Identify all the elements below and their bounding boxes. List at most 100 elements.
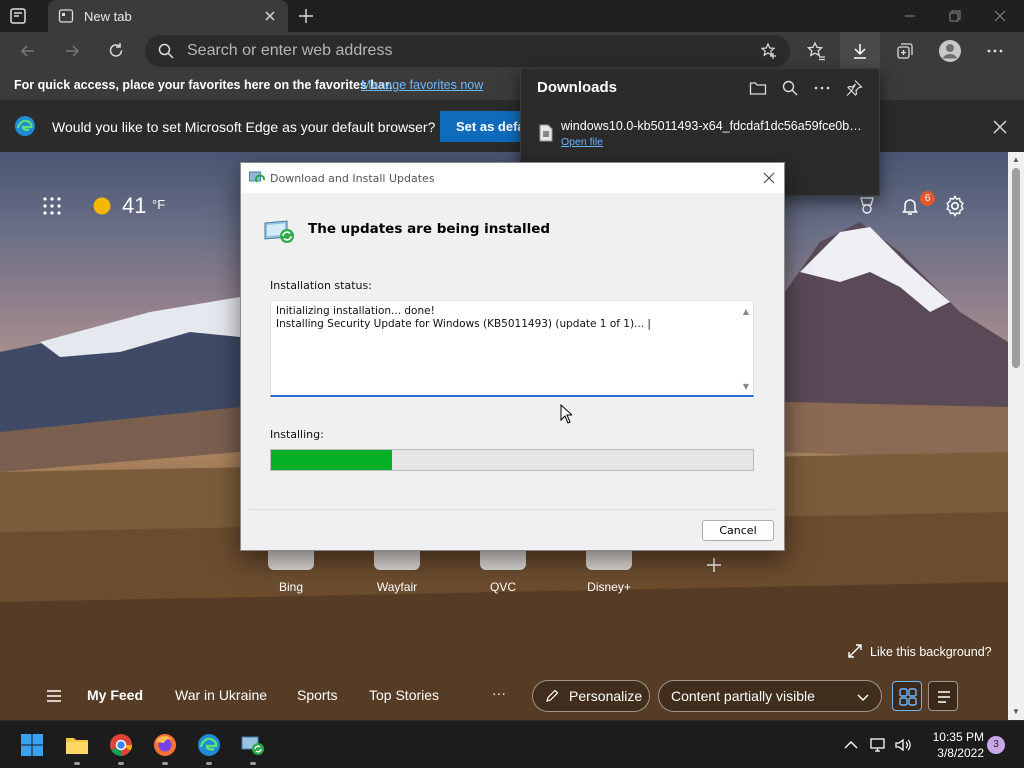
clock-date: 3/8/2022 (937, 746, 984, 760)
windows-update-icon (249, 171, 265, 183)
tab-new-tab[interactable]: New tab (48, 0, 288, 32)
edge-logo-icon (15, 116, 35, 136)
search-downloads-icon[interactable] (781, 79, 799, 97)
profile-avatar-icon[interactable] (938, 39, 962, 63)
more-downloads-options-icon[interactable] (813, 79, 831, 97)
close-window-icon[interactable] (990, 6, 1010, 26)
minimize-icon[interactable] (900, 6, 920, 26)
dialog-heading: The updates are being installed (308, 221, 551, 237)
quick-link-label: Wayfair (376, 580, 418, 594)
weather-unit: °F (152, 197, 166, 212)
manage-favorites-link[interactable]: Manage favorites now (361, 78, 483, 92)
restore-icon[interactable] (945, 6, 965, 26)
forward-icon[interactable] (62, 41, 82, 61)
address-input[interactable] (187, 39, 747, 63)
add-tab-icon[interactable] (296, 6, 316, 26)
status-line: Initializing installation... done! (276, 305, 435, 317)
tab-actions-icon[interactable] (8, 6, 28, 26)
close-tab-icon[interactable] (262, 8, 278, 24)
feed-tab-top-stories[interactable]: Top Stories (369, 687, 439, 703)
file-icon (539, 124, 553, 142)
installing-label: Installing: (270, 428, 324, 441)
firefox-icon[interactable] (153, 733, 177, 757)
notifications-bell-icon[interactable] (900, 196, 920, 216)
installation-status-box[interactable]: Initializing installation... done! Insta… (270, 300, 754, 397)
pin-icon[interactable] (845, 79, 863, 97)
refresh-icon[interactable] (106, 41, 126, 61)
chrome-icon[interactable] (109, 733, 133, 757)
running-indicator (250, 762, 256, 765)
cancel-button[interactable]: Cancel (702, 520, 774, 541)
updates-installing-icon (264, 220, 294, 243)
sun-weather-icon[interactable] (92, 196, 112, 216)
rewards-icon[interactable] (857, 196, 877, 216)
expand-icon (848, 644, 862, 658)
chevron-up-icon[interactable] (842, 736, 860, 754)
infobar-message: Would you like to set Microsoft Edge as … (52, 119, 436, 135)
network-icon[interactable] (869, 736, 887, 754)
browser-toolbar (0, 32, 1024, 70)
content-visibility-label: Content partially visible (671, 688, 815, 704)
collections-icon[interactable] (895, 41, 915, 61)
close-infobar-icon[interactable] (992, 119, 1008, 135)
running-indicator (118, 762, 124, 765)
status-line: Installing Security Update for Windows (… (276, 318, 651, 330)
open-file-link[interactable]: Open file (561, 136, 603, 148)
tab-strip: New tab (0, 0, 1024, 32)
personalize-label: Personalize (569, 688, 643, 704)
running-indicator (206, 762, 212, 765)
page-scrollbar[interactable]: ▲ ▼ (1008, 152, 1024, 720)
mouse-cursor-icon (560, 404, 572, 424)
add-favorite-icon[interactable] (760, 42, 778, 60)
download-file-name[interactable]: windows10.0-kb5011493-x64_fdcdaf1dc56a59… (561, 119, 867, 133)
pencil-icon (546, 689, 559, 702)
settings-gear-icon[interactable] (944, 195, 966, 217)
windows-update-taskbar-icon[interactable] (241, 733, 265, 757)
feed-tab-sports[interactable]: Sports (297, 687, 337, 703)
clock-time: 10:35 PM (932, 730, 984, 744)
favorites-bar-message: For quick access, place your favorites h… (14, 78, 393, 92)
weather-temperature[interactable]: 41 (122, 193, 146, 219)
running-indicator (74, 762, 80, 765)
downloads-button[interactable] (840, 32, 880, 70)
more-options-icon[interactable] (985, 41, 1005, 61)
address-bar[interactable] (145, 35, 790, 67)
dialog-titlebar[interactable]: Download and Install Updates (241, 163, 784, 193)
scroll-down-arrow-icon[interactable]: ▼ (743, 382, 749, 391)
menu-hamburger-icon[interactable] (46, 688, 62, 704)
feed-more-button[interactable]: ··· (492, 685, 506, 701)
grid-layout-button[interactable] (892, 681, 922, 711)
back-icon[interactable] (18, 41, 38, 61)
search-icon (158, 43, 174, 59)
personalize-button[interactable]: Personalize (532, 680, 650, 712)
grid-view-icon (899, 688, 917, 706)
volume-icon[interactable] (894, 736, 912, 754)
tab-title: New tab (84, 9, 132, 24)
edge-taskbar-icon[interactable] (197, 733, 221, 757)
notification-center-badge[interactable]: 3 (987, 736, 1005, 754)
feed-tab-war-in-ukraine[interactable]: War in Ukraine (175, 687, 267, 703)
feed-navigation: My Feed War in Ukraine Sports Top Storie… (0, 672, 1008, 720)
file-explorer-icon[interactable] (65, 733, 89, 757)
windows-start-icon[interactable] (20, 733, 44, 757)
install-progress-bar (270, 449, 754, 471)
list-layout-button[interactable] (928, 681, 958, 711)
content-visibility-dropdown[interactable]: Content partially visible (658, 680, 882, 712)
scroll-up-icon[interactable]: ▲ (1012, 156, 1020, 164)
quick-link-label: QVC (489, 580, 516, 594)
close-dialog-icon[interactable] (762, 171, 776, 185)
add-quick-link-icon[interactable] (704, 555, 724, 575)
scroll-up-arrow-icon[interactable]: ▲ (743, 307, 749, 316)
scroll-down-icon[interactable]: ▼ (1012, 708, 1020, 716)
new-tab-icon (58, 9, 74, 23)
progress-fill (271, 450, 392, 470)
dialog-separator (249, 509, 775, 510)
taskbar-clock[interactable]: 10:35 PM 3/8/2022 (920, 729, 984, 761)
dialog-title: Download and Install Updates (270, 172, 435, 185)
scrollbar-thumb[interactable] (1012, 168, 1020, 368)
app-launcher-icon[interactable] (42, 196, 62, 216)
feed-tab-my-feed[interactable]: My Feed (87, 687, 143, 703)
open-folder-icon[interactable] (749, 79, 767, 97)
like-background-label: Like this background? (870, 645, 992, 659)
favorites-icon[interactable] (806, 41, 826, 61)
